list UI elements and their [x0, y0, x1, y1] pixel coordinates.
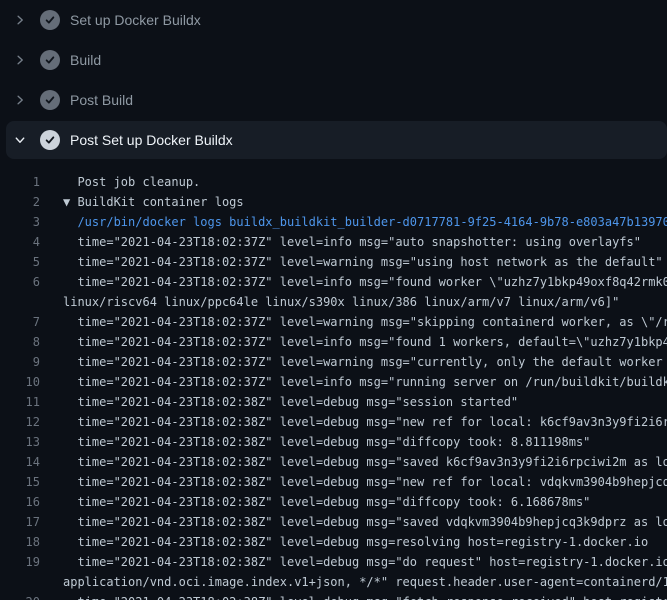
- step-label: Post Build: [70, 92, 133, 108]
- log-line-number[interactable]: 3: [0, 212, 40, 232]
- log-line: 8 time="2021-04-23T18:02:37Z" level=info…: [0, 332, 667, 352]
- log-line-text: time="2021-04-23T18:02:37Z" level=warnin…: [63, 352, 667, 372]
- step-post-setup-docker-buildx-wrap: Post Set up Docker Buildx: [0, 120, 667, 160]
- log-line-text: Post job cleanup.: [63, 172, 667, 192]
- log-line: 11 time="2021-04-23T18:02:38Z" level=deb…: [0, 392, 667, 412]
- log-line-number: [0, 292, 40, 312]
- chevron-down-icon: [12, 132, 28, 148]
- log-line: 7 time="2021-04-23T18:02:37Z" level=warn…: [0, 312, 667, 332]
- log-line-number: [0, 572, 40, 592]
- log-line-text: time="2021-04-23T18:02:38Z" level=debug …: [63, 592, 667, 600]
- log-line-number[interactable]: 14: [0, 452, 40, 472]
- log-line-number[interactable]: 15: [0, 472, 40, 492]
- log-line: 9 time="2021-04-23T18:02:37Z" level=warn…: [0, 352, 667, 372]
- log-line: 13 time="2021-04-23T18:02:38Z" level=deb…: [0, 432, 667, 452]
- log-line: 15 time="2021-04-23T18:02:38Z" level=deb…: [0, 472, 667, 492]
- log-line: 17 time="2021-04-23T18:02:38Z" level=deb…: [0, 512, 667, 532]
- log-viewer: 1 Post job cleanup.2▼ BuildKit container…: [0, 172, 667, 600]
- log-line-text: time="2021-04-23T18:02:38Z" level=debug …: [63, 512, 667, 532]
- log-line: 4 time="2021-04-23T18:02:37Z" level=info…: [0, 232, 667, 252]
- success-check-icon: [40, 90, 60, 110]
- log-line-text: time="2021-04-23T18:02:38Z" level=debug …: [63, 532, 667, 552]
- step-setup-docker-buildx[interactable]: Set up Docker Buildx: [0, 0, 667, 40]
- log-line-number[interactable]: 5: [0, 252, 40, 272]
- log-line-number[interactable]: 10: [0, 372, 40, 392]
- log-line-number[interactable]: 12: [0, 412, 40, 432]
- log-line: 19 time="2021-04-23T18:02:38Z" level=deb…: [0, 552, 667, 572]
- log-line-text: time="2021-04-23T18:02:38Z" level=debug …: [63, 492, 667, 512]
- step-list: Set up Docker Buildx Build Post Build Po…: [0, 0, 667, 160]
- log-line-number[interactable]: 7: [0, 312, 40, 332]
- log-line: 5 time="2021-04-23T18:02:37Z" level=warn…: [0, 252, 667, 272]
- log-line-text: time="2021-04-23T18:02:37Z" level=info m…: [63, 272, 667, 292]
- log-command-text: /usr/bin/docker logs buildx_buildkit_bui…: [63, 212, 667, 232]
- log-line-number[interactable]: 11: [0, 392, 40, 412]
- success-check-icon: [40, 130, 60, 150]
- log-line-text: time="2021-04-23T18:02:38Z" level=debug …: [63, 392, 667, 412]
- log-line-text: time="2021-04-23T18:02:37Z" level=info m…: [63, 232, 667, 252]
- log-line: 3 /usr/bin/docker logs buildx_buildkit_b…: [0, 212, 667, 232]
- step-label: Post Set up Docker Buildx: [70, 132, 233, 148]
- step-label: Build: [70, 52, 101, 68]
- log-line: 20 time="2021-04-23T18:02:38Z" level=deb…: [0, 592, 667, 600]
- log-line: 14 time="2021-04-23T18:02:38Z" level=deb…: [0, 452, 667, 472]
- log-line-text: time="2021-04-23T18:02:38Z" level=debug …: [63, 452, 667, 472]
- log-line: 12 time="2021-04-23T18:02:38Z" level=deb…: [0, 412, 667, 432]
- log-line: 6 time="2021-04-23T18:02:37Z" level=info…: [0, 272, 667, 292]
- log-line-text: time="2021-04-23T18:02:37Z" level=info m…: [63, 332, 667, 352]
- log-line-number[interactable]: 1: [0, 172, 40, 192]
- log-line-text: time="2021-04-23T18:02:38Z" level=debug …: [63, 552, 667, 572]
- chevron-right-icon: [12, 92, 28, 108]
- log-line-text: time="2021-04-23T18:02:37Z" level=info m…: [63, 372, 667, 392]
- log-line-text: time="2021-04-23T18:02:38Z" level=debug …: [63, 432, 667, 452]
- log-line-number[interactable]: 13: [0, 432, 40, 452]
- log-line-number[interactable]: 2: [0, 192, 40, 212]
- log-line-number[interactable]: 16: [0, 492, 40, 512]
- log-line-number[interactable]: 8: [0, 332, 40, 352]
- log-line-number[interactable]: 6: [0, 272, 40, 292]
- log-line: 16 time="2021-04-23T18:02:38Z" level=deb…: [0, 492, 667, 512]
- log-line: 10 time="2021-04-23T18:02:37Z" level=inf…: [0, 372, 667, 392]
- log-line-continuation: linux/riscv64 linux/ppc64le linux/s390x …: [0, 292, 667, 312]
- log-group-toggle[interactable]: ▼ BuildKit container logs: [63, 192, 667, 212]
- log-line-number[interactable]: 17: [0, 512, 40, 532]
- log-line: 18 time="2021-04-23T18:02:38Z" level=deb…: [0, 532, 667, 552]
- log-line-text: time="2021-04-23T18:02:37Z" level=warnin…: [63, 252, 667, 272]
- step-build[interactable]: Build: [0, 40, 667, 80]
- chevron-right-icon: [12, 12, 28, 28]
- success-check-icon: [40, 10, 60, 30]
- log-line-number[interactable]: 18: [0, 532, 40, 552]
- log-line-text: time="2021-04-23T18:02:37Z" level=warnin…: [63, 312, 667, 332]
- log-line-text: time="2021-04-23T18:02:38Z" level=debug …: [63, 472, 667, 492]
- log-line-number[interactable]: 4: [0, 232, 40, 252]
- log-line-number[interactable]: 19: [0, 552, 40, 572]
- step-post-setup-docker-buildx[interactable]: Post Set up Docker Buildx: [6, 121, 667, 159]
- log-line-text: linux/riscv64 linux/ppc64le linux/s390x …: [63, 292, 667, 312]
- log-line: 1 Post job cleanup.: [0, 172, 667, 192]
- step-label: Set up Docker Buildx: [70, 12, 201, 28]
- log-line: 2 ▼ BuildKit container logs: [0, 192, 667, 212]
- log-line-number[interactable]: 9: [0, 352, 40, 372]
- log-line-text: application/vnd.oci.image.index.v1+json,…: [63, 572, 667, 592]
- log-line-continuation: application/vnd.oci.image.index.v1+json,…: [0, 572, 667, 592]
- chevron-right-icon: [12, 52, 28, 68]
- log-line-text: time="2021-04-23T18:02:38Z" level=debug …: [63, 412, 667, 432]
- success-check-icon: [40, 50, 60, 70]
- log-line-number[interactable]: 20: [0, 592, 40, 600]
- step-post-build[interactable]: Post Build: [0, 80, 667, 120]
